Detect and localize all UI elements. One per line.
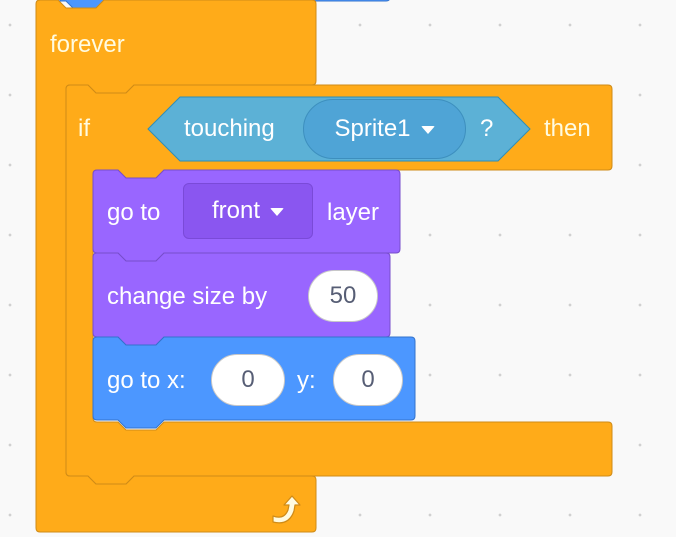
sprite-dropdown[interactable]: Sprite1 <box>303 99 466 159</box>
layer-label: layer <box>327 199 380 226</box>
size-input[interactable]: 50 <box>308 270 378 322</box>
change-size-label: change size by <box>107 283 268 310</box>
code-workspace[interactable]: forever if then touching Sprite1 ? go to… <box>0 0 676 537</box>
go-to-x-label: go to x: <box>107 367 186 394</box>
forever-label: forever <box>50 31 125 58</box>
layer-dropdown-value: front <box>211 197 261 224</box>
then-label: then <box>544 115 591 142</box>
question-mark-label: ? <box>480 115 494 142</box>
go-to-label: go to <box>107 199 161 226</box>
x-input[interactable]: 0 <box>211 354 285 406</box>
if-label: if <box>78 115 90 142</box>
sprite-dropdown-value: Sprite1 <box>334 115 411 142</box>
y-input[interactable]: 0 <box>333 354 403 406</box>
dropdown-caret-icon <box>270 208 285 216</box>
touching-label: touching <box>184 115 275 142</box>
script-stack <box>35 0 613 533</box>
y-label: y: <box>297 367 316 394</box>
dropdown-caret-icon <box>420 126 435 134</box>
layer-dropdown[interactable]: front <box>183 183 313 239</box>
